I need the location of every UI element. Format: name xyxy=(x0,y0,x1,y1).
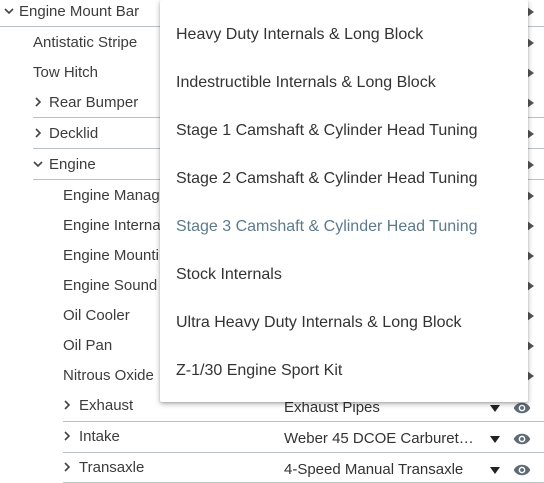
dropdown-option[interactable]: Stage 2 Camshaft & Cylinder Head Tuning xyxy=(176,159,521,199)
tree-item-label: Engine Sound xyxy=(63,277,158,294)
divider xyxy=(63,452,544,453)
dropdown-option[interactable]: Z-1/30 Engine Sport Kit xyxy=(176,351,521,391)
chevron-down-icon[interactable] xyxy=(2,0,16,24)
chevron-right-icon[interactable] xyxy=(60,456,74,480)
arrow-right-icon[interactable] xyxy=(527,98,534,108)
tree-item-label: Engine Interna xyxy=(63,217,161,234)
dropdown-option[interactable]: Ultra Heavy Duty Internals & Long Block xyxy=(176,303,521,343)
tree-item-label: Engine xyxy=(49,156,96,173)
caret-down-icon[interactable] xyxy=(490,436,500,443)
engine-internals-dropdown-menu: Heavy Duty Internals & Long Block Indest… xyxy=(160,0,528,402)
tree-item-label: Intake xyxy=(79,428,120,445)
arrow-right-icon[interactable] xyxy=(527,251,534,261)
dropdown-option[interactable]: Stage 1 Camshaft & Cylinder Head Tuning xyxy=(176,111,521,151)
tree-item-intake[interactable]: Intake Weber 45 DCOE Carburet… xyxy=(0,425,544,449)
tree-item-label: Antistatic Stripe xyxy=(33,34,138,51)
chevron-right-icon[interactable] xyxy=(60,425,74,449)
dropdown-option[interactable]: Stock Internals xyxy=(176,255,521,295)
tree-item-label: Tow Hitch xyxy=(33,64,99,81)
chevron-right-icon[interactable] xyxy=(31,122,45,146)
eye-icon[interactable] xyxy=(512,461,532,479)
arrow-right-icon[interactable] xyxy=(527,191,534,201)
tree-item-label: Engine Mounti xyxy=(63,247,159,264)
tree-item-label: Decklid xyxy=(49,125,99,142)
tree-item-label: Engine Manag xyxy=(63,187,160,204)
dropdown-option[interactable]: Heavy Duty Internals & Long Block xyxy=(176,15,521,55)
caret-down-icon[interactable] xyxy=(490,467,500,474)
tree-item-transaxle[interactable]: Transaxle 4-Speed Manual Transaxle xyxy=(0,456,544,480)
intake-select[interactable]: Weber 45 DCOE Carburet… xyxy=(284,427,484,451)
arrow-right-icon[interactable] xyxy=(527,311,534,321)
arrow-right-icon[interactable] xyxy=(527,129,534,139)
tree-item-label: Nitrous Oxide xyxy=(63,367,154,384)
eye-icon[interactable] xyxy=(512,430,532,448)
dropdown-option[interactable]: Indestructible Internals & Long Block xyxy=(176,63,521,103)
tree-item-label: Oil Pan xyxy=(63,337,113,354)
caret-down-icon[interactable] xyxy=(490,405,500,412)
chevron-right-icon[interactable] xyxy=(31,91,45,115)
dropdown-option-selected[interactable]: Stage 3 Camshaft & Cylinder Head Tuning xyxy=(176,207,521,247)
transaxle-select[interactable]: 4-Speed Manual Transaxle xyxy=(284,458,484,482)
tree-item-label: Oil Cooler xyxy=(63,307,130,324)
arrow-right-icon[interactable] xyxy=(527,371,534,381)
tree-item-label: Engine Mount Bar xyxy=(19,3,140,20)
tree-item-label: Transaxle xyxy=(79,459,145,476)
arrow-right-icon[interactable] xyxy=(527,68,534,78)
chevron-down-icon[interactable] xyxy=(31,153,45,177)
chevron-right-icon[interactable] xyxy=(60,394,74,418)
arrow-right-icon[interactable] xyxy=(527,38,534,48)
tree-item-label: Rear Bumper xyxy=(49,94,139,111)
arrow-right-icon[interactable] xyxy=(527,281,534,291)
arrow-right-icon[interactable] xyxy=(527,221,534,231)
arrow-right-icon[interactable] xyxy=(527,341,534,351)
arrow-right-icon[interactable] xyxy=(527,160,534,170)
arrow-right-icon[interactable] xyxy=(527,7,534,17)
divider xyxy=(63,421,544,422)
tree-item-label: Exhaust xyxy=(79,397,134,414)
